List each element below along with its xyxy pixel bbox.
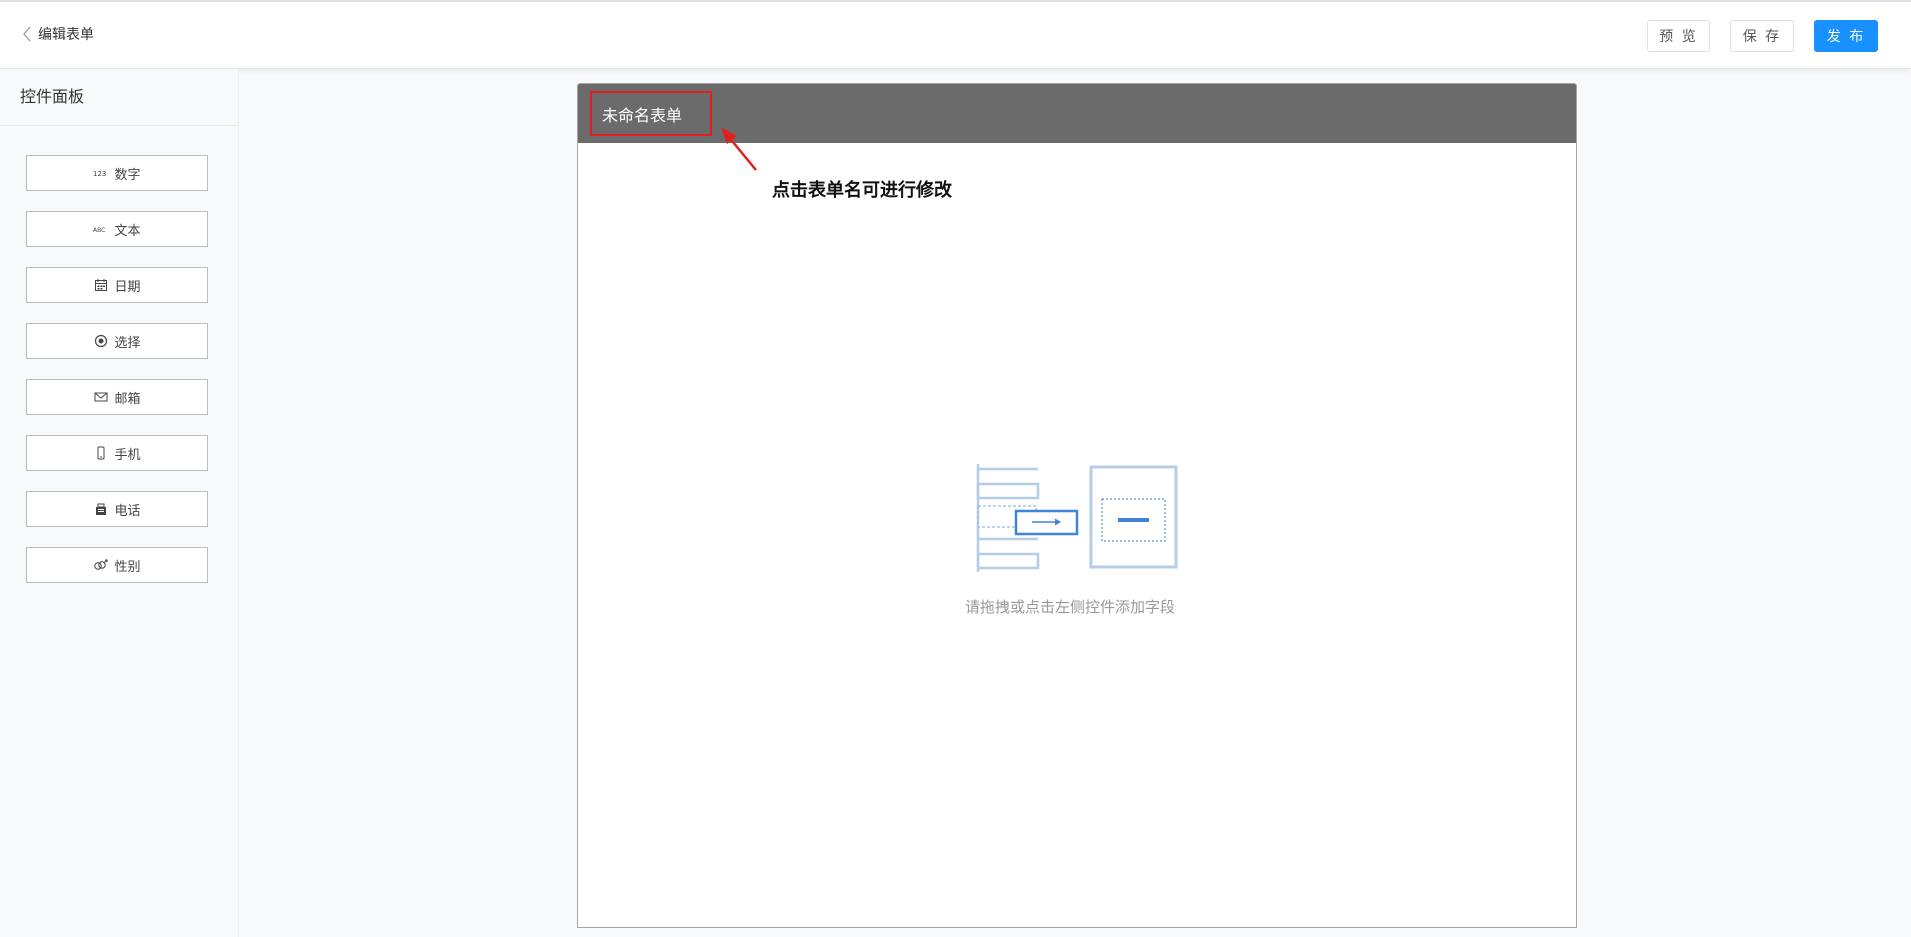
control-label: 选择 [114, 335, 141, 351]
control-email[interactable]: 邮箱 [26, 379, 208, 415]
control-gender[interactable]: 性别 [26, 547, 208, 583]
gender-icon [93, 557, 109, 573]
text-icon: ABC [93, 221, 109, 237]
control-label: 性别 [114, 559, 141, 575]
radio-icon [93, 333, 109, 349]
number-icon: 123 [93, 165, 109, 181]
control-label: 邮箱 [114, 391, 141, 407]
page-header: 编辑表单 预 览 保 存 发 布 [0, 2, 1911, 69]
control-date[interactable]: 日期 [26, 267, 208, 303]
control-label: 手机 [114, 447, 141, 463]
form-name-title[interactable]: 未命名表单 [590, 91, 712, 136]
publish-button[interactable]: 发 布 [1814, 20, 1878, 52]
telephone-icon [93, 501, 109, 517]
control-label: 文本 [114, 223, 141, 239]
preview-button[interactable]: 预 览 [1647, 20, 1710, 52]
empty-form-illustration [975, 464, 1185, 578]
control-panel-title: 控件面板 [0, 69, 238, 126]
page-title: 编辑表单 [38, 27, 94, 43]
svg-text:123: 123 [93, 170, 106, 178]
control-label: 日期 [114, 279, 141, 295]
save-button[interactable]: 保 存 [1730, 20, 1794, 52]
control-select[interactable]: 选择 [26, 323, 208, 359]
control-number[interactable]: 123 数字 [26, 155, 208, 191]
control-mobile[interactable]: 手机 [26, 435, 208, 471]
control-label: 数字 [114, 167, 141, 183]
empty-form-hint: 请拖拽或点击左侧控件添加字段 [965, 598, 1176, 616]
chevron-left-icon [22, 26, 32, 42]
mail-icon [93, 389, 109, 405]
svg-text:ABC: ABC [93, 227, 105, 234]
calendar-icon [93, 277, 109, 293]
back-link[interactable]: 编辑表单 [22, 24, 94, 44]
annotation-text: 点击表单名可进行修改 [772, 180, 952, 201]
control-telephone[interactable]: 电话 [26, 491, 208, 527]
control-label: 电话 [114, 503, 141, 519]
control-text[interactable]: ABC 文本 [26, 211, 208, 247]
annotation-arrow [718, 122, 758, 176]
mobile-icon [93, 445, 109, 461]
